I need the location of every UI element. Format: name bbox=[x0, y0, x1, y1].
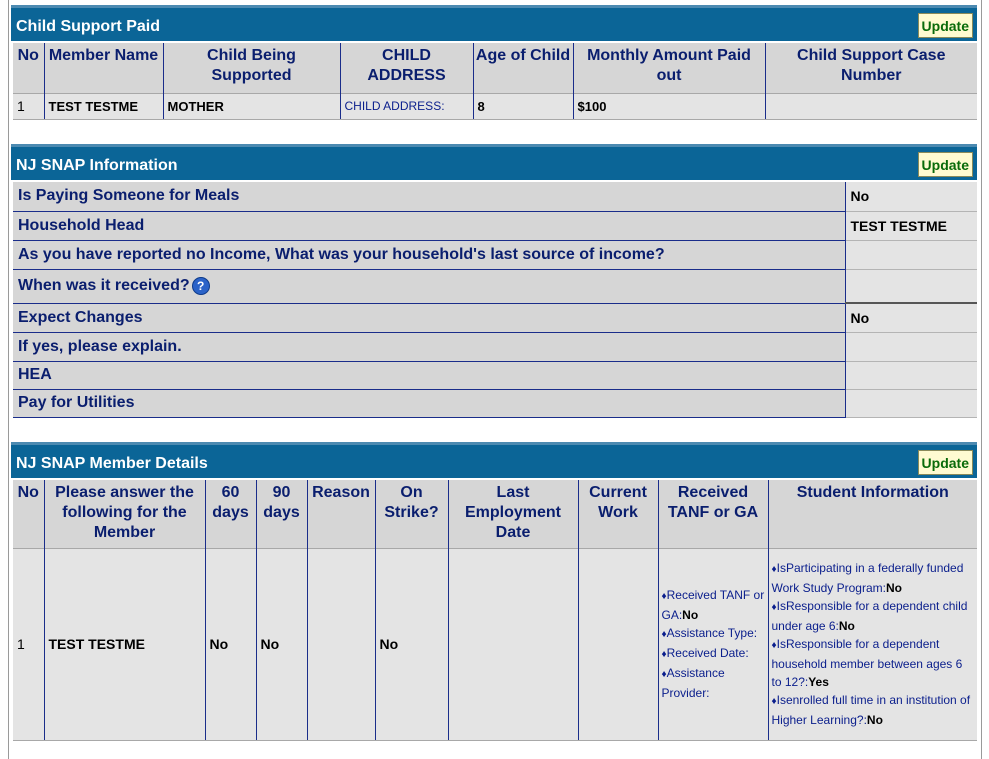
cell-last-employment bbox=[448, 547, 579, 741]
column-header-member-name: Member Name bbox=[44, 43, 164, 93]
snap-label-paying-meals: Is Paying Someone for Meals bbox=[13, 182, 846, 212]
cell-no: 1 bbox=[13, 547, 45, 741]
tanf-label: Assistance Provider: bbox=[661, 666, 725, 700]
column-header-reason: Reason bbox=[307, 480, 376, 548]
snap-label-last-income: As you have reported no Income, What was… bbox=[13, 240, 846, 270]
table-row: HEA bbox=[13, 361, 977, 390]
tanf-label: Received Date: bbox=[666, 646, 749, 660]
snap-value-when-received bbox=[845, 269, 977, 304]
snap-info-table: Is Paying Someone for Meals No Household… bbox=[13, 182, 977, 418]
column-header-no: No bbox=[13, 480, 45, 548]
snap-value-explain bbox=[845, 332, 977, 362]
list-item: ♦Received TANF or GA:No bbox=[662, 586, 765, 624]
table-row: Expect Changes No bbox=[13, 303, 977, 333]
list-item: ♦IsResponsible for a dependent child und… bbox=[772, 597, 975, 635]
cell-on-strike: No bbox=[375, 547, 449, 741]
list-item: ♦IsParticipating in a federally funded W… bbox=[772, 559, 975, 597]
cell-address: CHILD ADDRESS: bbox=[340, 92, 474, 120]
column-header-child: Child Being Supported bbox=[163, 43, 341, 93]
cell-amount: $100 bbox=[573, 92, 766, 120]
child-support-update-button[interactable]: Update bbox=[917, 13, 973, 38]
cell-60-days: No bbox=[205, 547, 257, 741]
column-header-90-days: 90 days bbox=[256, 480, 308, 548]
column-header-last-employment: Last Employment Date bbox=[448, 480, 579, 548]
table-row: Pay for Utilities bbox=[13, 389, 977, 418]
snap-value-expect-changes: No bbox=[845, 303, 977, 333]
list-item: ♦Assistance Type: bbox=[662, 624, 765, 644]
cell-student-info: ♦IsParticipating in a federally funded W… bbox=[768, 547, 977, 741]
snap-value-utilities bbox=[845, 389, 977, 418]
table-row: 1 TEST TESTME No No No ♦Received TANF or… bbox=[13, 547, 977, 741]
snap-label-when-received: When was it received?? bbox=[13, 269, 846, 304]
student-info-list: ♦IsParticipating in a federally funded W… bbox=[772, 559, 975, 729]
cell-member: TEST TESTME bbox=[44, 547, 206, 741]
table-row: Is Paying Someone for Meals No bbox=[13, 182, 977, 212]
help-icon[interactable]: ? bbox=[191, 277, 210, 295]
table-row: As you have reported no Income, What was… bbox=[13, 240, 977, 270]
snap-value-household-head: TEST TESTME bbox=[845, 211, 977, 241]
when-received-label: When was it received? bbox=[18, 277, 190, 294]
list-item: ♦IsResponsible for a dependent household… bbox=[772, 635, 975, 691]
snap-info-header: NJ SNAP Information Update bbox=[11, 144, 977, 180]
child-support-table: No Member Name Child Being Supported CHI… bbox=[13, 43, 977, 120]
list-item: ♦Assistance Provider: bbox=[662, 664, 765, 702]
cell-no: 1 bbox=[13, 92, 45, 120]
snap-label-explain: If yes, please explain. bbox=[13, 332, 846, 362]
table-row: When was it received?? bbox=[13, 269, 977, 304]
snap-value-last-income bbox=[845, 240, 977, 270]
section-title: NJ SNAP Information bbox=[16, 157, 178, 174]
column-header-case-number: Child Support Case Number bbox=[765, 43, 977, 93]
cell-case-number bbox=[765, 92, 977, 120]
member-details-update-button[interactable]: Update bbox=[917, 450, 973, 475]
column-header-60-days: 60 days bbox=[205, 480, 257, 548]
column-header-tanf: Received TANF or GA bbox=[658, 480, 769, 548]
student-label: IsResponsible for a dependent child unde… bbox=[771, 599, 968, 633]
student-value: No bbox=[885, 581, 902, 595]
student-label: IsResponsible for a dependent household … bbox=[771, 637, 963, 689]
cell-90-days: No bbox=[256, 547, 308, 741]
cell-tanf: ♦Received TANF or GA:No ♦Assistance Type… bbox=[658, 547, 769, 741]
snap-label-household-head: Household Head bbox=[13, 211, 846, 241]
student-value: Yes bbox=[808, 675, 829, 689]
cell-member-name: TEST TESTME bbox=[44, 92, 164, 120]
table-row: Household Head TEST TESTME bbox=[13, 211, 977, 241]
student-value: No bbox=[838, 619, 855, 633]
member-details-table: No Please answer the following for the M… bbox=[13, 480, 977, 741]
column-header-student-info: Student Information bbox=[768, 480, 977, 548]
tanf-label: Assistance Type: bbox=[666, 626, 758, 640]
column-header-no: No bbox=[13, 43, 45, 93]
tanf-label: Received TANF or GA: bbox=[661, 588, 765, 622]
tanf-info-list: ♦Received TANF or GA:No ♦Assistance Type… bbox=[662, 586, 765, 702]
member-details-header: NJ SNAP Member Details Update bbox=[11, 442, 977, 478]
column-header-amount: Monthly Amount Paid out bbox=[573, 43, 766, 93]
list-item: ♦Isenrolled full time in an institution … bbox=[772, 691, 975, 729]
table-row: If yes, please explain. bbox=[13, 332, 977, 362]
table-row: 1 TEST TESTME MOTHER CHILD ADDRESS: 8 $1… bbox=[13, 92, 977, 120]
cell-child: MOTHER bbox=[163, 92, 341, 120]
student-label: IsParticipating in a federally funded Wo… bbox=[771, 561, 964, 595]
column-header-on-strike: On Strike? bbox=[375, 480, 449, 548]
snap-label-utilities: Pay for Utilities bbox=[13, 389, 846, 418]
column-header-member: Please answer the following for the Memb… bbox=[44, 480, 206, 548]
column-header-age: Age of Child bbox=[473, 43, 574, 93]
section-title: Child Support Paid bbox=[16, 18, 160, 35]
snap-value-hea bbox=[845, 361, 977, 390]
cell-current-work bbox=[578, 547, 659, 741]
cell-age: 8 bbox=[473, 92, 574, 120]
student-value: No bbox=[866, 713, 883, 727]
column-header-address: CHILD ADDRESS bbox=[340, 43, 474, 93]
cell-reason bbox=[307, 547, 376, 741]
snap-label-hea: HEA bbox=[13, 361, 846, 390]
snap-label-expect-changes: Expect Changes bbox=[13, 303, 846, 333]
column-header-current-work: Current Work bbox=[578, 480, 659, 548]
child-support-header: Child Support Paid Update bbox=[11, 5, 977, 41]
snap-info-update-button[interactable]: Update bbox=[917, 152, 973, 177]
snap-value-paying-meals: No bbox=[845, 182, 977, 212]
tanf-value: No bbox=[682, 608, 699, 622]
section-title: NJ SNAP Member Details bbox=[16, 455, 208, 472]
list-item: ♦Received Date: bbox=[662, 644, 765, 664]
